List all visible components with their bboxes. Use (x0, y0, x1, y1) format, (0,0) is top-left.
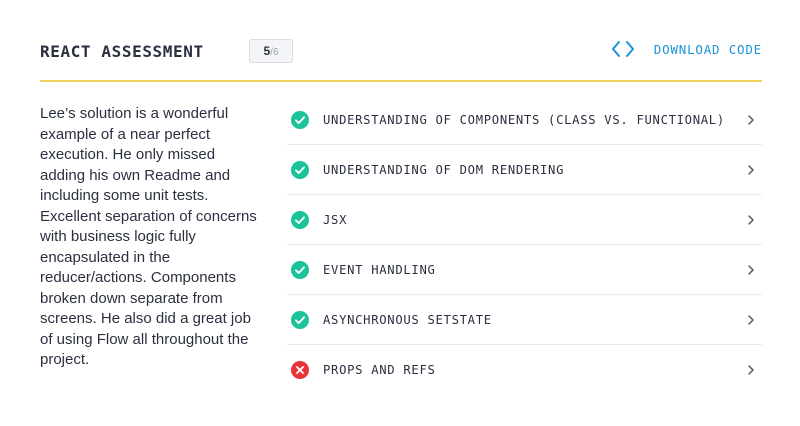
criteria-label: UNDERSTANDING OF COMPONENTS (CLASS VS. F… (323, 112, 725, 127)
chevron-right-icon (748, 264, 754, 275)
criteria-label: UNDERSTANDING OF DOM RENDERING (323, 162, 565, 177)
chevron-right-icon (748, 114, 754, 125)
page-title: REACT ASSESSMENT (40, 42, 204, 61)
criteria-item[interactable]: EVENT HANDLING (287, 245, 762, 295)
check-circle-icon (291, 210, 309, 229)
check-circle-icon (291, 110, 309, 129)
criteria-list: UNDERSTANDING OF COMPONENTS (CLASS VS. F… (287, 95, 762, 395)
download-code-button[interactable]: DOWNLOAD CODE (611, 40, 762, 58)
chevron-right-icon (748, 365, 754, 375)
chevron-right-icon (748, 314, 754, 325)
chevron-right-icon (748, 214, 754, 225)
check-circle-icon (291, 310, 309, 329)
code-brackets-icon (611, 41, 634, 57)
criteria-item[interactable]: UNDERSTANDING OF DOM RENDERING (287, 145, 762, 195)
criteria-item[interactable]: JSX (287, 195, 762, 245)
chevron-right-icon (748, 164, 754, 175)
check-circle-icon (291, 260, 309, 279)
criteria-item[interactable]: UNDERSTANDING OF COMPONENTS (CLASS VS. F… (287, 95, 762, 145)
criteria-label: ASYNCHRONOUS SETSTATE (323, 312, 492, 327)
criteria-item[interactable]: PROPS AND REFS (287, 345, 762, 395)
assessment-summary: Lee’s solution is a wonderful example of… (40, 105, 257, 368)
criteria-label: EVENT HANDLING (323, 262, 436, 277)
criteria-label: PROPS AND REFS (323, 363, 436, 377)
check-circle-icon (291, 160, 309, 179)
download-code-label: DOWNLOAD CODE (653, 41, 762, 57)
score-value: 5 (263, 44, 271, 58)
score-total: /6 (270, 46, 279, 58)
x-circle-icon (291, 361, 309, 379)
criteria-item[interactable]: ASYNCHRONOUS SETSTATE (287, 295, 762, 345)
header-divider (40, 80, 762, 82)
score-badge: 5/6 (249, 39, 293, 63)
criteria-label: JSX (323, 212, 348, 227)
